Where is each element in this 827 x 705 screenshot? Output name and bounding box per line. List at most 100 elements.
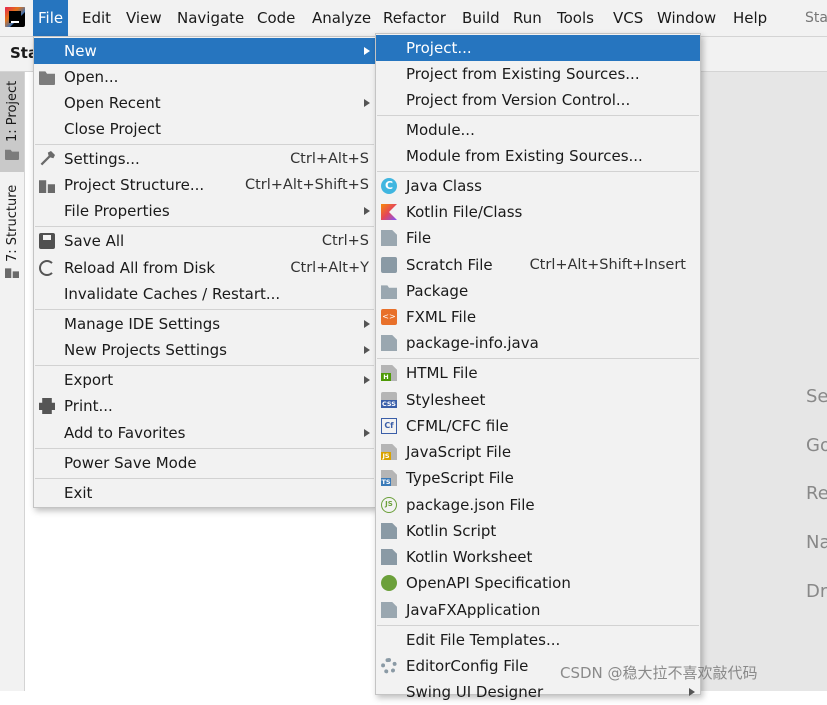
submenu-item-file[interactable]: File — [376, 225, 700, 251]
menu-item-new-projects-settings[interactable]: New Projects Settings — [34, 337, 375, 363]
folder-icon — [5, 149, 19, 160]
submenu-item-module-from-existing[interactable]: Module from Existing Sources... — [376, 143, 700, 169]
submenu-item-stylesheet[interactable]: CSS Stylesheet — [376, 387, 700, 413]
menu-item-label: Project from Existing Sources... — [406, 65, 640, 83]
submenu-item-module[interactable]: Module... — [376, 117, 700, 143]
menu-item-open-recent[interactable]: Open Recent — [34, 90, 375, 116]
menu-item-file-properties[interactable]: File Properties — [34, 198, 375, 224]
menu-item-reload-all[interactable]: Reload All from Disk Ctrl+Alt+Y — [34, 255, 375, 281]
menu-bar: File Edit View Navigate Code Analyze Ref… — [0, 0, 827, 37]
structure-tool-tab[interactable]: 7: Structure — [0, 182, 24, 282]
menu-item-label: New Projects Settings — [64, 341, 227, 359]
submenu-arrow-icon — [364, 346, 370, 354]
menu-item-label: Module from Existing Sources... — [406, 147, 643, 165]
menu-item-manage-ide-settings[interactable]: Manage IDE Settings — [34, 311, 375, 337]
menu-analyze[interactable]: Analyze — [307, 0, 376, 36]
menu-item-label: package.json File — [406, 496, 535, 514]
submenu-item-javascript-file[interactable]: JS JavaScript File — [376, 439, 700, 465]
menu-item-exit[interactable]: Exit — [34, 480, 375, 506]
submenu-item-package-info[interactable]: package-info.java — [376, 330, 700, 356]
menu-item-label: Kotlin File/Class — [406, 203, 523, 221]
kotlin-file-icon — [381, 204, 397, 220]
menu-item-save-all[interactable]: Save All Ctrl+S — [34, 228, 375, 254]
submenu-arrow-icon — [364, 429, 370, 437]
project-structure-icon — [39, 180, 55, 193]
menu-separator — [35, 144, 374, 145]
menu-item-invalidate-caches[interactable]: Invalidate Caches / Restart... — [34, 281, 375, 307]
menu-item-add-to-favorites[interactable]: Add to Favorites — [34, 420, 375, 446]
javascript-icon: JS — [381, 444, 397, 460]
menu-navigate[interactable]: Navigate — [172, 0, 249, 36]
menu-file[interactable]: File — [33, 0, 69, 36]
submenu-item-kotlin-worksheet[interactable]: Kotlin Worksheet — [376, 544, 700, 570]
submenu-item-package-json[interactable]: JS package.json File — [376, 492, 700, 518]
submenu-item-fxml-file[interactable]: <> FXML File — [376, 304, 700, 330]
java-file-icon — [381, 602, 397, 618]
new-submenu: Project... Project from Existing Sources… — [375, 33, 701, 701]
menu-run[interactable]: Run — [508, 0, 547, 36]
save-icon — [39, 233, 55, 249]
menu-item-label: Module... — [406, 121, 475, 139]
menu-item-shortcut: Ctrl+S — [321, 233, 369, 249]
submenu-item-html-file[interactable]: H HTML File — [376, 360, 700, 386]
submenu-item-openapi[interactable]: OpenAPI Specification — [376, 570, 700, 596]
menu-item-print[interactable]: Print... — [34, 393, 375, 419]
menu-edit[interactable]: Edit — [77, 0, 116, 36]
menu-item-new[interactable]: New — [34, 38, 375, 64]
menu-item-settings[interactable]: Settings... Ctrl+Alt+S — [34, 146, 375, 172]
menu-item-label: File — [406, 229, 432, 247]
menu-help[interactable]: Help — [728, 0, 772, 36]
menu-item-label: JavaScript File — [406, 443, 512, 461]
file-menu: New Open... Open Recent Close Project Se… — [33, 36, 376, 508]
menu-item-label: Stylesheet — [406, 391, 486, 409]
submenu-item-kotlin-script[interactable]: Kotlin Script — [376, 518, 700, 544]
menu-item-label: Close Project — [64, 120, 161, 138]
gear-icon — [381, 658, 397, 674]
menu-item-label: Project from Version Control... — [406, 91, 631, 109]
menu-item-close-project[interactable]: Close Project — [34, 116, 375, 142]
editor-hint: Dr — [806, 581, 827, 602]
submenu-item-java-class[interactable]: C Java Class — [376, 173, 700, 199]
folder-open-icon — [39, 71, 55, 85]
menu-item-open[interactable]: Open... — [34, 64, 375, 90]
java-file-icon — [381, 335, 397, 351]
menu-window[interactable]: Window — [652, 0, 721, 36]
menu-code[interactable]: Code — [252, 0, 300, 36]
menu-item-export[interactable]: Export — [34, 367, 375, 393]
submenu-item-project-from-vcs[interactable]: Project from Version Control... — [376, 87, 700, 113]
menu-item-label: TypeScript File — [406, 469, 514, 487]
menu-item-label: Java Class — [406, 177, 482, 195]
menu-tools[interactable]: Tools — [552, 0, 599, 36]
menu-item-label: Open... — [64, 68, 119, 86]
kotlin-worksheet-icon — [381, 549, 397, 565]
submenu-item-project-from-existing[interactable]: Project from Existing Sources... — [376, 61, 700, 87]
submenu-item-javafx-application[interactable]: JavaFXApplication — [376, 597, 700, 623]
watermark: CSDN @稳大拉不喜欢敲代码 — [560, 664, 758, 682]
menu-refactor[interactable]: Refactor — [378, 0, 451, 36]
package-icon — [381, 285, 397, 299]
menu-item-project-structure[interactable]: Project Structure... Ctrl+Alt+Shift+S — [34, 172, 375, 198]
submenu-item-cfml-file[interactable]: Cf CFML/CFC file — [376, 413, 700, 439]
submenu-arrow-icon — [364, 207, 370, 215]
menu-build[interactable]: Build — [457, 0, 505, 36]
menu-vcs[interactable]: VCS — [608, 0, 648, 36]
menu-view[interactable]: View — [121, 0, 167, 36]
menu-separator — [377, 171, 699, 172]
menu-item-label: Add to Favorites — [64, 424, 186, 442]
menu-item-shortcut: Ctrl+Alt+Shift+S — [244, 177, 369, 193]
submenu-item-kotlin-file[interactable]: Kotlin File/Class — [376, 199, 700, 225]
project-tool-tab[interactable]: 1: Project — [0, 72, 24, 172]
project-tab-label: 1: Project — [5, 80, 20, 142]
submenu-item-package[interactable]: Package — [376, 278, 700, 304]
menu-item-label: Kotlin Script — [406, 522, 497, 540]
menu-item-label: New — [64, 42, 97, 60]
menu-item-label: Project... — [406, 39, 472, 57]
menu-item-label: Exit — [64, 484, 93, 502]
html-file-icon: H — [381, 365, 397, 381]
submenu-item-project[interactable]: Project... — [376, 35, 700, 61]
menu-item-power-save-mode[interactable]: Power Save Mode — [34, 450, 375, 476]
submenu-item-edit-file-templates[interactable]: Edit File Templates... — [376, 627, 700, 653]
submenu-item-scratch-file[interactable]: Scratch File Ctrl+Alt+Shift+Insert — [376, 252, 700, 278]
submenu-item-typescript-file[interactable]: TS TypeScript File — [376, 465, 700, 491]
openapi-icon — [381, 575, 397, 591]
